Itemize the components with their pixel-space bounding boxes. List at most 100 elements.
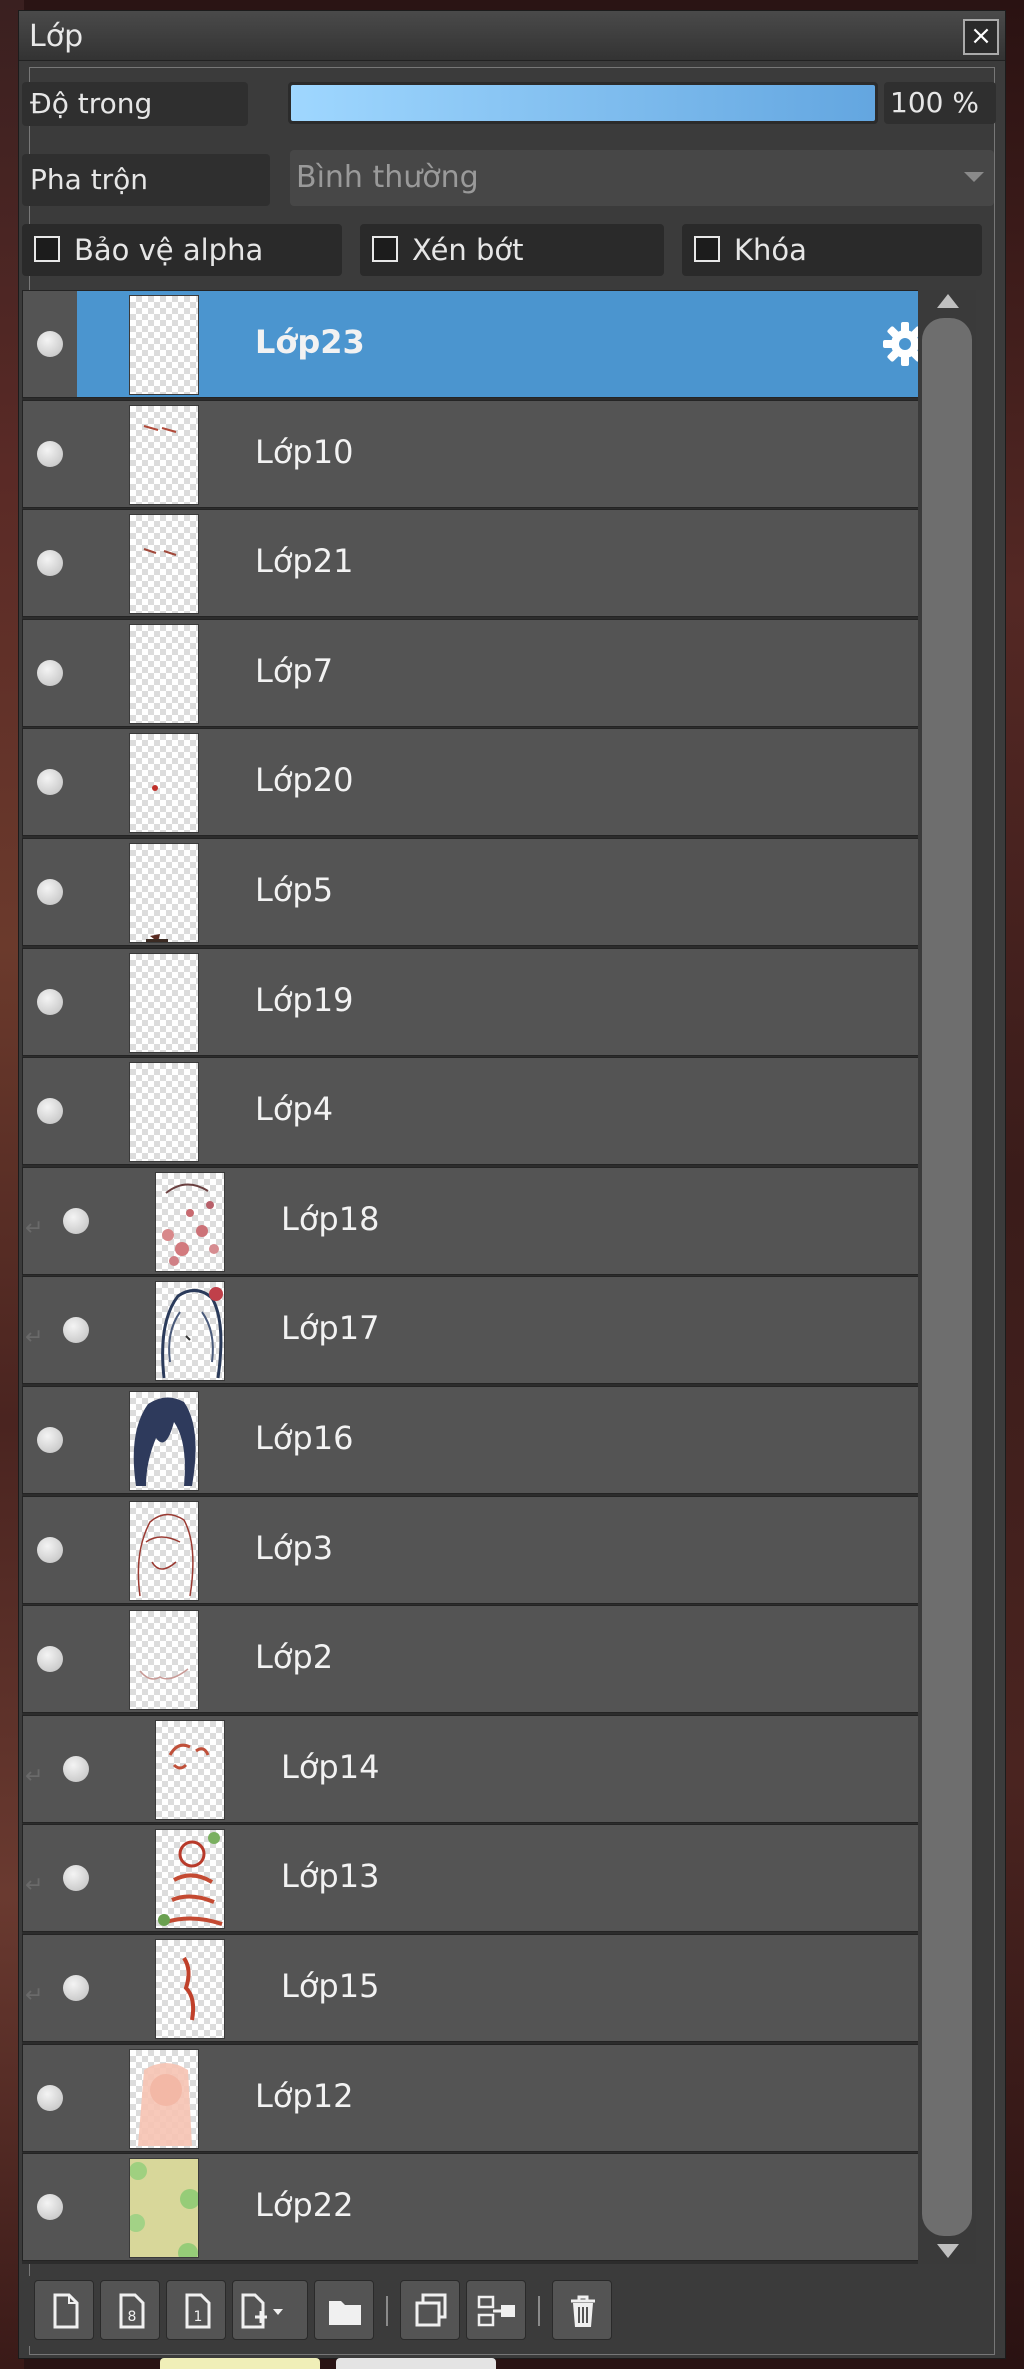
layer-row[interactable]: ↵ Lớp13 (22, 1824, 937, 1933)
opacity-slider-fill (291, 85, 875, 121)
layer-row[interactable]: Lớp12 (22, 2043, 937, 2152)
layer-row[interactable]: Lớp5 (22, 838, 937, 946)
layer-row[interactable]: ↵ Lớp15 (22, 1934, 937, 2042)
chevron-down-icon (964, 172, 984, 182)
layer-name: Lớp10 (255, 432, 354, 471)
layer-row[interactable]: ↵ Lớp17 (22, 1276, 937, 1385)
clipping-indicator-icon: ↵ (25, 1215, 44, 1241)
visibility-toggle-icon[interactable] (63, 1755, 89, 1782)
visibility-toggle-icon[interactable] (37, 879, 63, 905)
visibility-toggle-icon[interactable] (37, 440, 63, 467)
layer-thumbnail (129, 2158, 199, 2259)
merge-layer-button[interactable] (466, 2280, 526, 2340)
opacity-value[interactable]: 100 % (884, 82, 996, 124)
layer-row[interactable]: Lớp7 (22, 618, 937, 727)
visibility-toggle-icon[interactable] (37, 550, 63, 577)
panel-titlebar[interactable]: Lớp × (19, 11, 1005, 61)
bottom-tab[interactable] (160, 2358, 320, 2369)
clipping-label: Xén bớt (412, 233, 524, 267)
trash-icon (571, 2295, 595, 2327)
clipping-indicator-icon: ↵ (25, 1325, 44, 1351)
layer-row[interactable]: ↵ Lớp14 (22, 1714, 937, 1823)
layer-name: Lớp12 (255, 2076, 354, 2115)
visibility-toggle-icon[interactable] (37, 1536, 63, 1563)
folder-button[interactable] (314, 2280, 374, 2340)
layer-row[interactable]: Lớp21 (22, 509, 937, 618)
checkbox-row: Bảo vệ alpha Xén bớt Khóa (22, 224, 982, 278)
layer-row[interactable]: Lớp22 (22, 2153, 937, 2262)
checkbox-box[interactable] (372, 236, 398, 262)
layer-name: Lớp23 (255, 323, 365, 361)
close-button[interactable]: × (963, 19, 999, 55)
layer-name: Lớp20 (255, 761, 354, 800)
layer-row[interactable]: ↵ Lớp18 (22, 1166, 937, 1275)
layer-list-scrollbar[interactable] (918, 290, 976, 2264)
layer-thumbnail (129, 2048, 199, 2149)
layer-row[interactable]: Lớp16 (22, 1386, 937, 1494)
layer-thumbnail (129, 843, 199, 943)
layer-thumbnail (155, 1719, 225, 1820)
layer-name: Lớp3 (255, 1528, 334, 1567)
layer-row[interactable]: Lớp4 (22, 1057, 937, 1166)
new-layer-icon (53, 2293, 79, 2329)
visibility-toggle-icon[interactable] (37, 659, 63, 686)
visibility-toggle-icon[interactable] (37, 1427, 63, 1453)
blend-mode-value: Bình thường (296, 160, 479, 195)
layer-row[interactable]: Lớp3 (22, 1495, 937, 1604)
clipping-checkbox[interactable]: Xén bớt (360, 224, 664, 276)
layer-row[interactable]: Lớp2 (22, 1605, 937, 1714)
lock-checkbox[interactable]: Khóa (682, 224, 982, 276)
scroll-down-arrow-icon[interactable] (937, 2244, 959, 2258)
trash-button[interactable] (552, 2280, 612, 2340)
layer-thumbnail (155, 1829, 225, 1930)
layer-name: Lớp7 (255, 651, 334, 690)
layer-name: Lớp5 (255, 871, 334, 909)
layer-thumbnail (129, 733, 199, 834)
new-8bit-layer-icon: 8 (119, 2293, 145, 2329)
layer-row[interactable]: Lớp23 (22, 290, 937, 398)
layer-name: Lớp18 (281, 1199, 380, 1238)
visibility-toggle-icon[interactable] (63, 1975, 89, 2001)
duplicate-layer-button[interactable] (400, 2280, 460, 2340)
scrollbar-thumb[interactable] (922, 318, 972, 2236)
visibility-toggle-icon[interactable] (37, 2194, 63, 2221)
clipping-indicator-icon: ↵ (25, 1873, 44, 1899)
layer-toolbar: 81 (22, 2276, 982, 2346)
visibility-toggle-icon[interactable] (37, 331, 63, 357)
opacity-row: Độ trong 100 % (22, 78, 996, 128)
layer-row[interactable]: Lớp10 (22, 399, 937, 508)
checkbox-box[interactable] (694, 236, 720, 262)
toolbar-separator (538, 2296, 540, 2326)
visibility-toggle-icon[interactable] (37, 2084, 63, 2111)
protect-alpha-checkbox[interactable]: Bảo vệ alpha (22, 224, 342, 276)
svg-text:1: 1 (194, 2309, 203, 2325)
layer-list[interactable]: Lớp23 Lớp10 Lớp21 Lớp7 Lớp20 Lớp5 Lớp19 Lớp4 ↵ Lớ… (22, 290, 937, 2264)
layer-thumbnail (155, 1281, 225, 1382)
checkbox-box[interactable] (34, 236, 60, 262)
layer-name: Lớp15 (281, 1967, 380, 2005)
scroll-up-arrow-icon[interactable] (937, 294, 959, 308)
layer-thumbnail (129, 1610, 199, 1711)
visibility-toggle-icon[interactable] (37, 988, 63, 1015)
layer-name: Lớp14 (281, 1747, 380, 1786)
layer-thumbnail (129, 404, 199, 505)
visibility-toggle-icon[interactable] (37, 1098, 63, 1125)
opacity-slider[interactable] (288, 82, 878, 124)
blend-mode-select[interactable]: Bình thường (290, 150, 994, 206)
new-8bit-layer-button[interactable]: 8 (100, 2280, 160, 2340)
layer-name: Lớp13 (281, 1857, 380, 1896)
layer-name: Lớp2 (255, 1638, 334, 1677)
visibility-toggle-icon[interactable] (63, 1207, 89, 1234)
add-layer-dropdown-button[interactable] (232, 2280, 308, 2340)
layer-name: Lớp22 (255, 2186, 354, 2225)
clipping-indicator-icon: ↵ (25, 1763, 44, 1789)
layer-row[interactable]: Lớp20 (22, 728, 937, 837)
visibility-toggle-icon[interactable] (37, 1646, 63, 1673)
layer-row[interactable]: Lớp19 (22, 947, 937, 1056)
blend-label: Pha trộn (22, 154, 270, 206)
new-1bit-layer-button[interactable]: 1 (166, 2280, 226, 2340)
bottom-tab[interactable] (336, 2358, 496, 2369)
layer-thumbnail (129, 1062, 199, 1163)
new-layer-button[interactable] (34, 2280, 94, 2340)
lock-label: Khóa (734, 233, 807, 267)
